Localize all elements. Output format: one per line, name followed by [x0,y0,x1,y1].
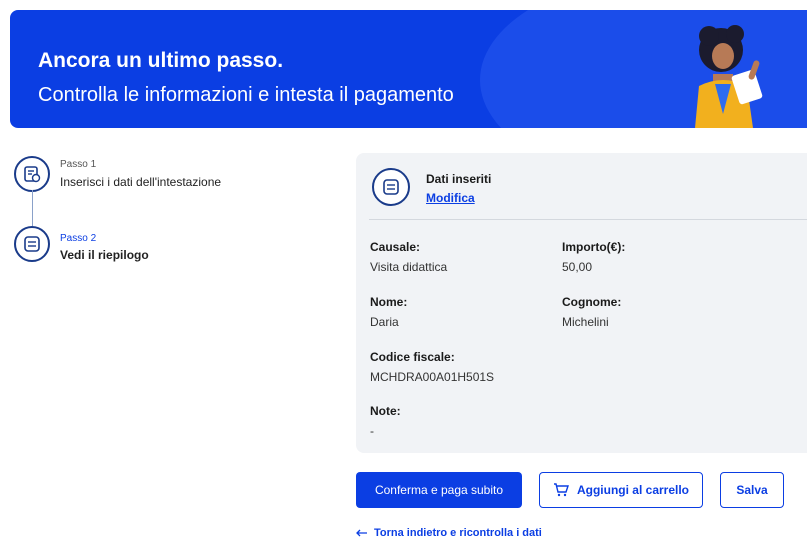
step-1-icon-ring [14,156,50,192]
note-label: Note: [370,404,401,418]
nome-label: Nome: [370,295,408,309]
form-icon [24,166,41,183]
edit-link[interactable]: Modifica [426,191,475,205]
arrow-left-icon [356,529,367,537]
save-button[interactable]: Salva [720,472,784,508]
step-2-icon-ring [14,226,50,262]
back-link-label: Torna indietro e ricontrolla i dati [374,527,542,539]
nome-value: Daria [370,315,399,329]
step-2-label: Passo 2 [60,233,97,244]
cart-icon [553,483,569,497]
summary-title: Dati inseriti [426,172,492,186]
summary-divider [369,219,807,220]
page-subtitle: Controlla le informazioni e intesta il p… [38,84,454,106]
cognome-label: Cognome: [562,295,622,309]
list-icon [24,236,40,252]
header-banner: Ancora un ultimo passo. Controlla le inf… [10,10,807,128]
codice-fiscale-label: Codice fiscale: [370,350,455,364]
confirm-pay-button[interactable]: Conferma e paga subito [356,472,522,508]
note-value: - [370,424,374,438]
step-connector [32,190,33,226]
step-1-label: Passo 1 [60,159,97,170]
importo-label: Importo(€): [562,240,626,254]
save-label: Salva [736,483,768,497]
list-icon [383,179,399,195]
step-2-text: Vedi il riepilogo [60,248,149,262]
step-1-text: Inserisci i dati dell'intestazione [60,175,222,189]
causale-label: Causale: [370,240,421,254]
add-to-cart-label: Aggiungi al carrello [576,483,690,497]
codice-fiscale-value: MCHDRA00A01H501S [370,370,495,384]
woman-illustration-icon [695,25,763,128]
summary-icon-ring [372,168,410,206]
causale-value: Visita didattica [370,260,448,274]
page-title: Ancora un ultimo passo. [38,49,284,72]
back-link[interactable]: Torna indietro e ricontrolla i dati [356,527,542,539]
importo-value: 50,00 [562,260,593,274]
confirm-pay-label: Conferma e paga subito [374,483,504,497]
cognome-value: Michelini [562,315,609,329]
add-to-cart-button[interactable]: Aggiungi al carrello [539,472,703,508]
